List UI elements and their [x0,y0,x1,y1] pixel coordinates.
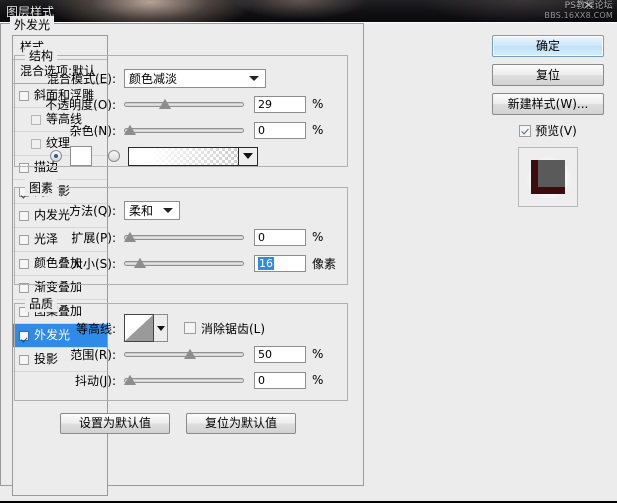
size-slider-knob[interactable] [133,258,146,268]
blend-mode-value: 颜色减淡 [129,71,178,86]
style-preview-thumbnail [518,147,578,207]
noise-slider-knob[interactable] [124,125,136,135]
chevron-down-icon [163,208,173,213]
jitter-input[interactable]: 0 [254,371,306,389]
preview-label: 预览(V) [535,124,577,138]
antialias-label: 消除锯齿(L) [201,321,266,336]
blend-mode-select[interactable]: 颜色减淡 [124,68,266,88]
jitter-value: 0 [258,373,265,387]
range-unit: % [312,347,324,361]
row-blend-mode: 混合模式(E): 颜色减淡 [30,68,345,88]
row-spread: 扩展(P): 0 % [30,228,350,246]
row-noise: 杂色(N): 0 % [30,121,350,139]
size-input[interactable]: 16 [254,254,306,272]
range-value: 50 [258,347,272,361]
spread-slider-track [124,235,244,240]
range-slider-knob[interactable] [184,349,196,359]
row-contour: 等高线: 消除锯齿(L) [30,313,340,343]
layer-style-dialog: 图层样式 样式 混合选项:默认 斜面和浮雕 等高线 纹理 描边 内阴影 内发光 [0,5,617,503]
glow-gradient-radio[interactable] [108,150,120,162]
row-size: 大小(S): 16 像素 [30,254,350,272]
noise-value: 0 [258,123,265,137]
size-label: 大小(S): [70,256,116,271]
preview-checkbox[interactable] [519,124,532,137]
row-technique: 方法(Q): 柔和 [30,200,330,220]
spread-unit: % [312,230,324,244]
spread-slider-knob[interactable] [124,232,136,242]
range-slider[interactable] [124,347,244,361]
set-default-button[interactable]: 设置为默认值 [60,413,170,434]
glow-color-radio[interactable] [50,150,62,162]
opacity-unit: % [312,97,324,111]
size-value: 16 [258,256,274,270]
group-quality-legend: 品质 [25,295,58,312]
gradient-dropdown-button[interactable] [238,147,257,165]
spread-slider[interactable] [124,230,244,244]
antialias-checkbox[interactable] [184,322,196,334]
contour-preview[interactable] [124,314,154,342]
chevron-down-icon [249,76,259,81]
preview-shape-fill [538,160,565,187]
range-label: 范围(R): [70,347,116,362]
opacity-slider[interactable] [124,97,244,111]
spread-label: 扩展(P): [71,230,116,245]
row-range: 范围(R): 50 % [30,345,350,363]
technique-select[interactable]: 柔和 [124,200,180,220]
opacity-slider-knob[interactable] [158,99,171,109]
chevron-down-icon [243,153,253,159]
desktop-background [0,0,617,22]
ok-button[interactable]: 确定 [492,35,604,57]
preview-checkbox-group[interactable]: 预览(V) [492,122,604,139]
reset-default-button[interactable]: 复位为默认值 [186,413,296,434]
opacity-input[interactable]: 29 [254,95,306,113]
jitter-slider-track [124,378,244,383]
noise-input[interactable]: 0 [254,121,306,139]
noise-slider-track [124,128,244,133]
jitter-unit: % [312,373,324,387]
opacity-label: 不透明度(O): [45,97,116,112]
opacity-slider-track [124,102,244,107]
row-opacity: 不透明度(O): 29 % [30,95,350,113]
range-input[interactable]: 50 [254,345,306,363]
glow-color-swatch[interactable] [70,146,92,166]
size-slider[interactable] [124,256,244,270]
contour-label: 等高线: [75,321,116,336]
size-unit: 像素 [312,256,337,271]
noise-label: 杂色(N): [69,123,116,138]
blend-mode-label: 混合模式(E): [47,71,116,86]
jitter-slider[interactable] [124,373,244,387]
dialog-actions-panel: 确定 复位 新建样式(W)... 预览(V) [492,35,604,207]
default-buttons-row: 设置为默认值 复位为默认值 [60,413,296,434]
opacity-value: 29 [258,97,272,111]
row-jitter: 抖动(J): 0 % [30,371,350,389]
row-glow-source [50,145,350,167]
section-title-outer-glow: 外发光 [10,16,55,33]
chevron-down-icon [156,325,165,331]
noise-slider[interactable] [124,123,244,137]
jitter-slider-knob[interactable] [124,375,136,385]
glow-gradient-picker[interactable] [128,146,258,166]
noise-unit: % [312,123,324,137]
gradient-preview [129,147,238,165]
technique-value: 柔和 [129,203,154,218]
contour-dropdown-button[interactable] [154,314,168,342]
new-style-button[interactable]: 新建样式(W)... [492,93,604,115]
group-elements-legend: 图素 [25,179,58,196]
spread-value: 0 [258,230,265,244]
spread-input[interactable]: 0 [254,228,306,246]
technique-label: 方法(Q): [69,203,116,218]
jitter-label: 抖动(J): [75,373,116,388]
group-structure-legend: 结构 [25,47,58,64]
antialias-checkbox-group[interactable]: 消除锯齿(L) [184,320,265,337]
reset-button[interactable]: 复位 [492,64,604,86]
